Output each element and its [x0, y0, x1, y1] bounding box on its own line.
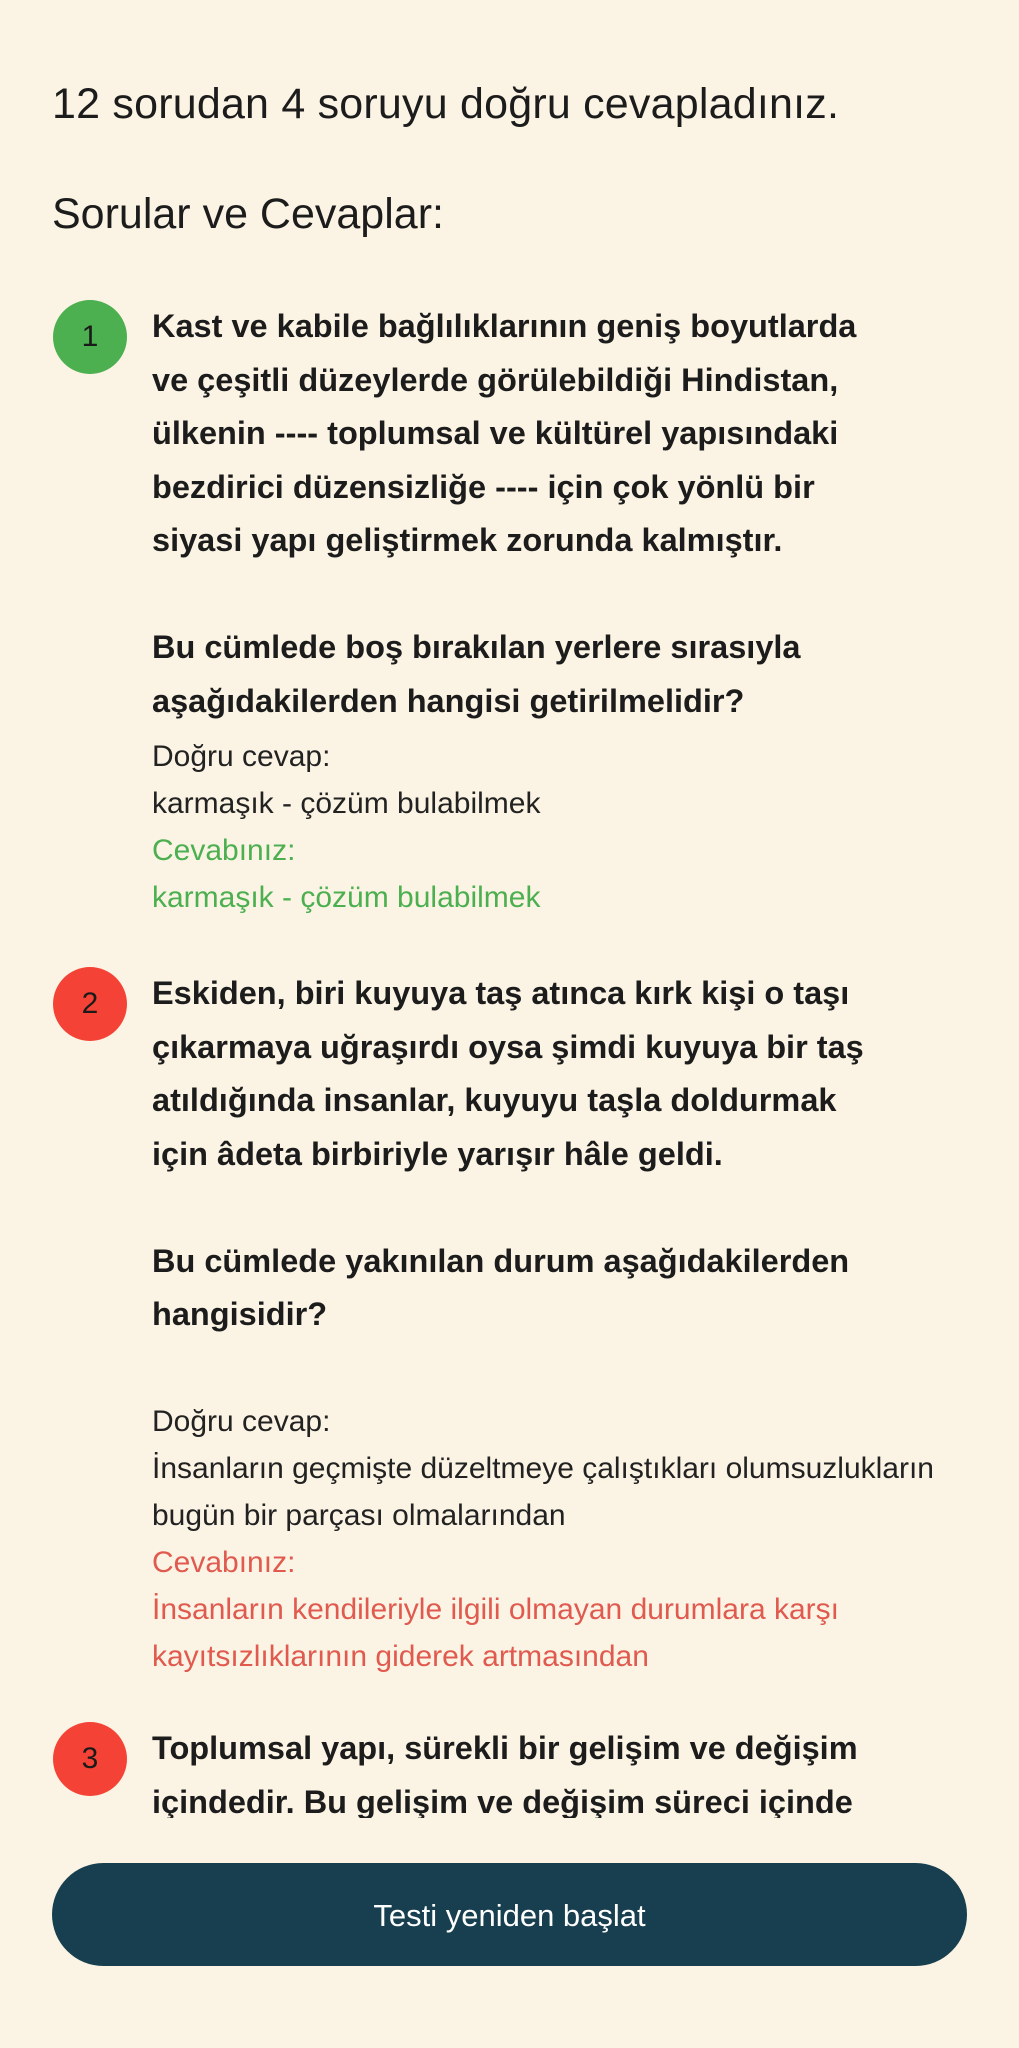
question-text: Kast ve kabile bağlılıklarının geniş boy… [152, 308, 857, 719]
correct-answer-value: İnsanların geçmişte düzeltmeye çalıştıkl… [152, 1452, 934, 1532]
your-answer-value: karmaşık - çözüm bulabilmek [152, 881, 541, 914]
your-answer-label: Cevabınız: [152, 1546, 296, 1579]
answer-block: Doğru cevap: İnsanların geçmişte düzeltm… [152, 1398, 962, 1680]
question-text: Toplumsal yapı, sürekli bir gelişim ve d… [152, 1730, 858, 1818]
correct-answer-value: karmaşık - çözüm bulabilmek [152, 787, 541, 820]
score-summary: 12 sorudan 4 soruyu doğru cevapladınız. [52, 80, 840, 128]
correct-answer-label: Doğru cevap: [152, 1405, 331, 1438]
your-answer-label: Cevabınız: [152, 834, 296, 867]
restart-test-button[interactable]: Testi yeniden başlat [52, 1863, 967, 1966]
question-number-badge: 2 [53, 967, 127, 1041]
answer-block: Doğru cevap: karmaşık - çözüm bulabilmek… [152, 733, 962, 921]
quiz-results-screen: 12 sorudan 4 soruyu doğru cevapladınız. … [0, 0, 1019, 2048]
your-answer-value: İnsanların kendileriyle ilgili olmayan d… [152, 1593, 839, 1673]
correct-answer-label: Doğru cevap: [152, 740, 331, 773]
results-scroll-area[interactable]: 12 sorudan 4 soruyu doğru cevapladınız. … [0, 0, 1019, 1818]
question-number-badge: 3 [53, 1722, 127, 1796]
section-title: Sorular ve Cevaplar: [52, 190, 444, 238]
question-number-badge: 1 [53, 300, 127, 374]
question-text: Eskiden, biri kuyuya taş atınca kırk kiş… [152, 975, 864, 1332]
